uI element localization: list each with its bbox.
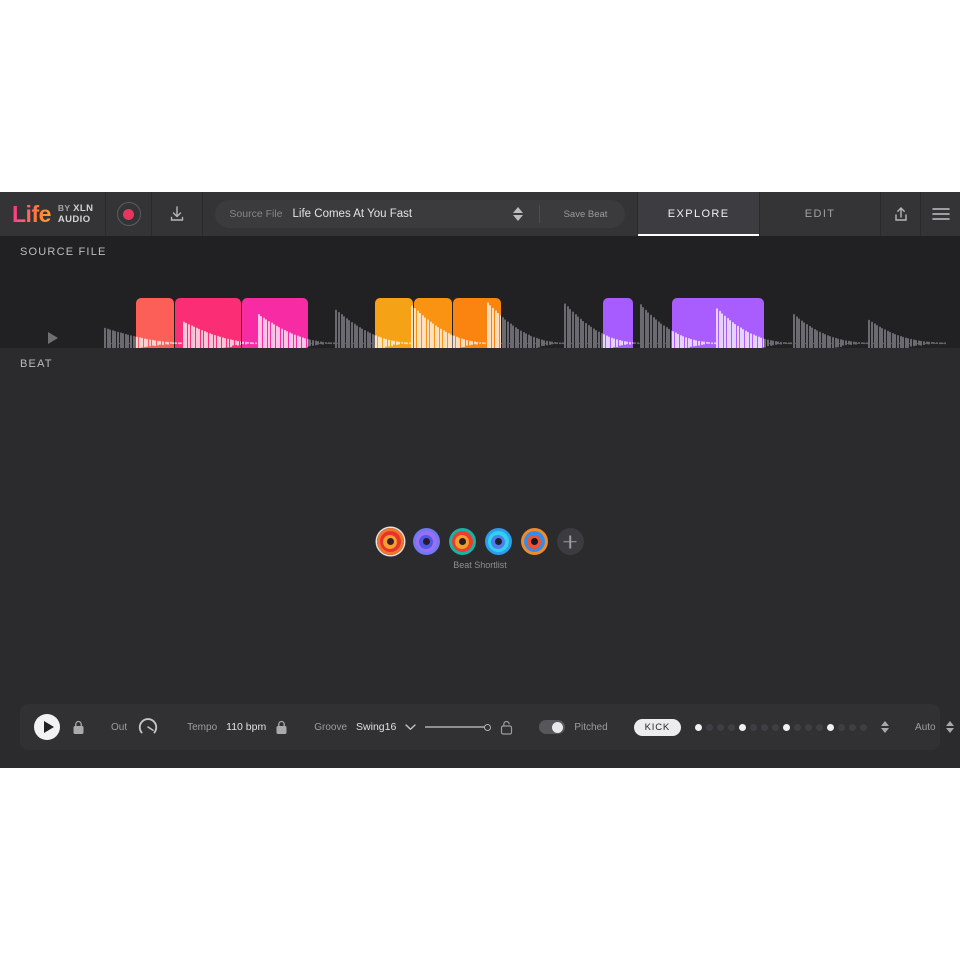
pitched-group: Pitched [525,704,621,750]
beat-shortlist-label: Beat Shortlist [453,560,507,570]
step-sequencer[interactable] [695,723,868,731]
source-file-label: Source File [229,208,283,220]
tab-edit[interactable]: EDIT [760,192,880,236]
transport-play-button[interactable] [34,714,60,740]
step-stepper-icon[interactable] [881,721,890,733]
chevron-down-icon[interactable] [405,723,417,731]
source-file-control: Source File Life Comes At You Fast Save … [203,192,637,236]
groove-value[interactable]: Swing16 [356,721,396,733]
sequencer-step[interactable] [783,723,791,731]
waveform-blip [307,338,308,348]
transport-group [20,704,97,750]
beat-section: BEAT Beat Shortlist Sound Variation Rand… [0,348,960,722]
bottom-toolbar: Out Tempo 110 bpm Groove Swing16 Pitched… [20,704,954,750]
groove-lock-open-icon[interactable] [500,720,513,735]
brand-company-label: AUDIO [57,214,91,225]
waveform-blip [240,341,241,345]
source-file-input[interactable]: Life Comes At You Fast [293,208,503,220]
out-knob-icon[interactable] [137,716,159,738]
divider [538,205,540,223]
sequencer-step[interactable] [849,723,857,731]
beat-thumb-ring [494,538,502,545]
sequencer-step[interactable] [706,723,714,731]
waveform-blip [943,342,946,344]
auto-stepper-icon[interactable] [945,721,954,733]
waveform-blip [763,338,764,348]
source-play-icon[interactable] [48,332,58,344]
sequencer-step[interactable] [860,723,868,731]
out-label: Out [111,721,128,733]
sequencer-step[interactable] [827,723,835,731]
transport-lock-icon[interactable] [72,720,85,735]
sequencer-step[interactable] [695,723,703,731]
waveform-blip [172,342,174,344]
tempo-value[interactable]: 110 bpm [226,721,266,733]
life-app-window: Life BY XLN AUDIO Source File Life Comes… [0,192,960,768]
play-icon [43,721,54,733]
groove-label: Groove [314,721,348,733]
brand-by-label: BY XLN [57,203,94,214]
beat-thumb-4[interactable] [484,528,512,555]
sequencer-step[interactable] [728,723,736,731]
share-icon [895,207,907,221]
pitched-toggle[interactable] [539,720,566,734]
beat-thumb-ring [422,538,430,545]
source-file-section-title: SOURCE FILE [20,246,107,258]
beat-thumb-5[interactable] [520,528,548,555]
beat-thumb-ring [530,538,538,545]
brand-wordmark: Life [12,200,51,227]
menu-button[interactable] [921,192,960,236]
share-button[interactable] [881,192,920,236]
tempo-label: Tempo [187,721,218,733]
beat-thumb-1[interactable] [376,528,404,555]
save-beat-button[interactable]: Save Beat [550,209,622,220]
groove-group: Groove Swing16 [302,704,525,750]
app-logo: Life BY XLN AUDIO [0,192,105,236]
beat-thumb-3[interactable] [448,528,476,555]
auto-label: Auto [915,721,936,733]
sequencer-step[interactable] [750,723,758,731]
hamburger-menu-icon [931,208,950,220]
channel-group: Auto M [901,704,960,750]
sequencer-group: KICK [622,704,901,750]
tempo-lock-icon[interactable] [275,720,288,735]
tempo-group: Tempo 110 bpm [173,704,302,750]
beat-section-title: BEAT [20,358,53,370]
sequencer-step[interactable] [805,723,813,731]
beat-thumb-ring [386,538,394,545]
source-file-section: SOURCE FILE [0,236,960,388]
sequencer-step[interactable] [838,723,846,731]
source-file-stepper-icon[interactable] [512,207,529,221]
waveform-blip [631,342,633,344]
beat-shortlist[interactable] [0,528,960,555]
sequencer-step[interactable] [717,723,725,731]
output-group: Out [97,704,173,750]
sequencer-step[interactable] [794,723,802,731]
sequencer-step[interactable] [761,723,769,731]
add-beat-button[interactable] [556,528,584,555]
sequencer-step[interactable] [739,723,747,731]
sequencer-step[interactable] [816,723,824,731]
groove-amount-slider[interactable] [425,723,492,731]
sequencer-step[interactable] [772,723,780,731]
tab-explore[interactable]: EXPLORE [638,192,760,236]
pitched-label: Pitched [574,721,608,733]
download-button[interactable] [152,192,203,236]
record-icon [116,202,141,226]
beat-thumb-2[interactable] [412,528,440,555]
top-toolbar: Life BY XLN AUDIO Source File Life Comes… [0,192,960,236]
download-icon [170,206,184,221]
brand-byline: BY XLN AUDIO [58,203,93,225]
beat-thumb-ring [458,538,466,545]
track-name-button[interactable]: KICK [633,718,682,736]
record-button[interactable] [106,192,151,236]
